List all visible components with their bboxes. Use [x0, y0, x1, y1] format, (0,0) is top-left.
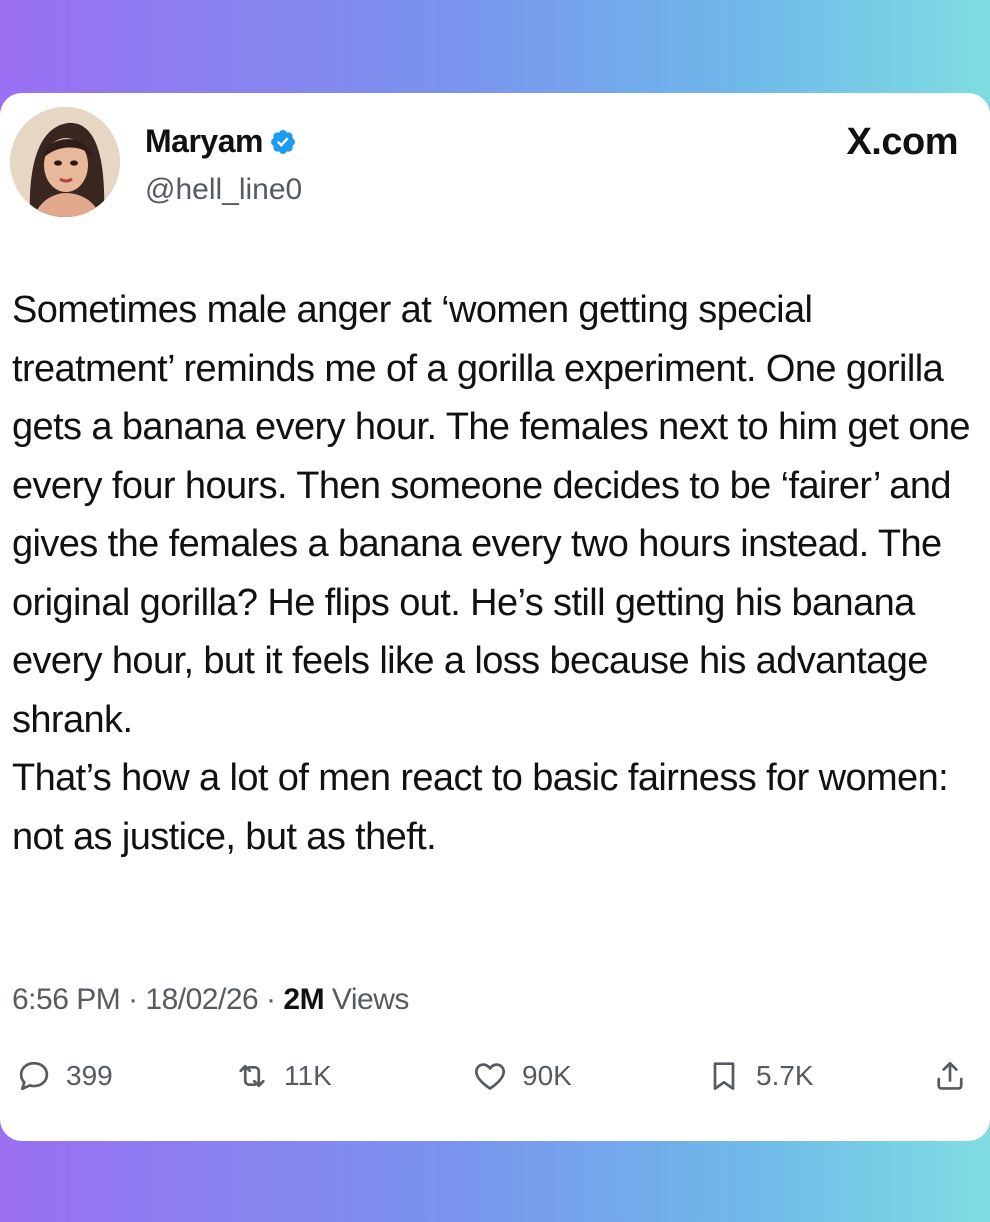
views-count: 2M [283, 983, 325, 1016]
repost-icon [239, 1064, 265, 1088]
author-handle[interactable]: @hell_line0 [145, 173, 302, 207]
like-button[interactable]: 90K [472, 1058, 572, 1094]
post-date[interactable]: 18/02/26 [145, 983, 258, 1016]
post-paragraph: That’s how a lot of men react to basic f… [12, 757, 949, 858]
post-metadata: 6:56 PM · 18/02/26 · 2M Views [12, 983, 409, 1017]
share-icon [937, 1061, 963, 1090]
reply-icon [19, 1061, 49, 1091]
avatar-image [10, 107, 120, 217]
heart-icon [475, 1063, 505, 1090]
bookmark-icon [713, 1062, 735, 1090]
action-bar: 399 11K 90K 5.7K [0, 1058, 990, 1108]
post-card: Maryam @hell_line0 X.com Sometimes male … [0, 93, 990, 1141]
reply-button[interactable]: 399 [16, 1058, 113, 1094]
avatar[interactable] [10, 107, 120, 217]
author-name[interactable]: Maryam [145, 123, 263, 160]
post-text: Sometimes male anger at ‘women getting s… [12, 281, 982, 866]
post-time[interactable]: 6:56 PM [12, 983, 121, 1016]
brand-text: X.com [846, 121, 958, 163]
repost-button[interactable]: 11K [234, 1058, 332, 1094]
share-button[interactable] [932, 1058, 968, 1094]
repost-count: 11K [284, 1060, 332, 1091]
post-paragraph: Sometimes male anger at ‘women getting s… [12, 289, 971, 741]
bookmark-button[interactable]: 5.7K [706, 1058, 814, 1094]
verified-badge-icon [270, 129, 295, 154]
meta-separator: · [128, 983, 138, 1016]
meta-separator: · [266, 983, 276, 1016]
like-count: 90K [522, 1060, 572, 1091]
reply-count: 399 [66, 1060, 113, 1091]
author-name-row[interactable]: Maryam [145, 123, 297, 160]
bookmark-count: 5.7K [756, 1060, 814, 1091]
brand-label: X.com [846, 121, 958, 164]
views-label: Views [331, 983, 409, 1016]
